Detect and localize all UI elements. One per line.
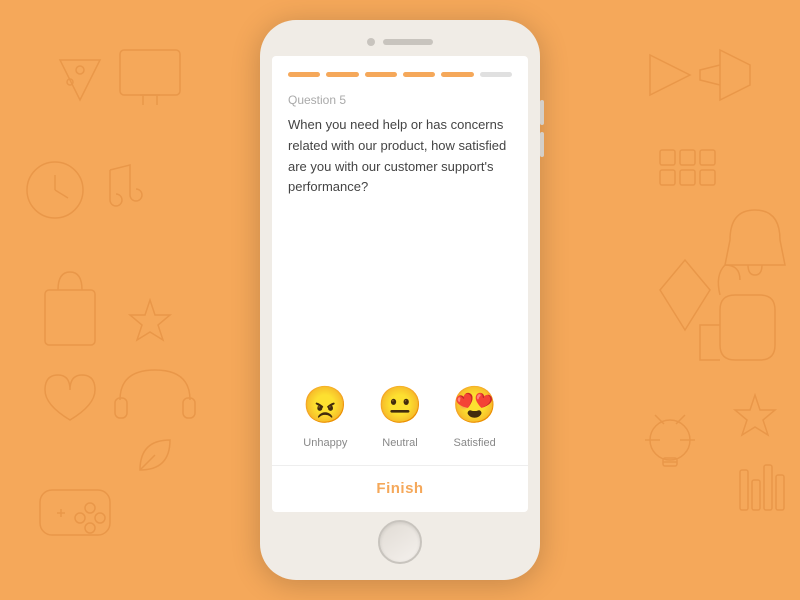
phone-screen: Question 5 When you need help or has con… bbox=[272, 56, 528, 512]
progress-bar-container bbox=[272, 56, 528, 85]
emoji-option-unhappy[interactable]: 😠 Unhappy bbox=[299, 379, 351, 449]
satisfied-emoji: 😍 bbox=[449, 379, 501, 431]
progress-segment-2 bbox=[326, 72, 358, 77]
screen-footer: Finish bbox=[272, 465, 528, 512]
question-number: Question 5 bbox=[288, 93, 512, 107]
front-camera bbox=[367, 38, 375, 46]
progress-segment-6 bbox=[480, 72, 512, 77]
phone-top-bar bbox=[264, 28, 536, 56]
earpiece-speaker bbox=[383, 39, 433, 45]
question-text: When you need help or has concerns relat… bbox=[288, 115, 512, 198]
progress-segment-1 bbox=[288, 72, 320, 77]
neutral-emoji: 😐 bbox=[374, 379, 426, 431]
emoji-option-neutral[interactable]: 😐 Neutral bbox=[374, 379, 426, 449]
neutral-label: Neutral bbox=[382, 437, 417, 449]
question-area: Question 5 When you need help or has con… bbox=[272, 85, 528, 367]
volume-up-button bbox=[540, 100, 544, 125]
emoji-options-container: 😠 Unhappy 😐 Neutral 😍 Satisfied bbox=[272, 367, 528, 465]
home-button[interactable] bbox=[378, 520, 422, 564]
progress-segment-4 bbox=[403, 72, 435, 77]
satisfied-label: Satisfied bbox=[454, 437, 496, 449]
phone-shell: Question 5 When you need help or has con… bbox=[260, 20, 540, 580]
unhappy-label: Unhappy bbox=[303, 437, 347, 449]
volume-down-button bbox=[540, 132, 544, 157]
progress-segment-3 bbox=[365, 72, 397, 77]
unhappy-emoji: 😠 bbox=[299, 379, 351, 431]
emoji-option-satisfied[interactable]: 😍 Satisfied bbox=[449, 379, 501, 449]
finish-button[interactable]: Finish bbox=[376, 480, 423, 497]
progress-segment-5 bbox=[441, 72, 473, 77]
